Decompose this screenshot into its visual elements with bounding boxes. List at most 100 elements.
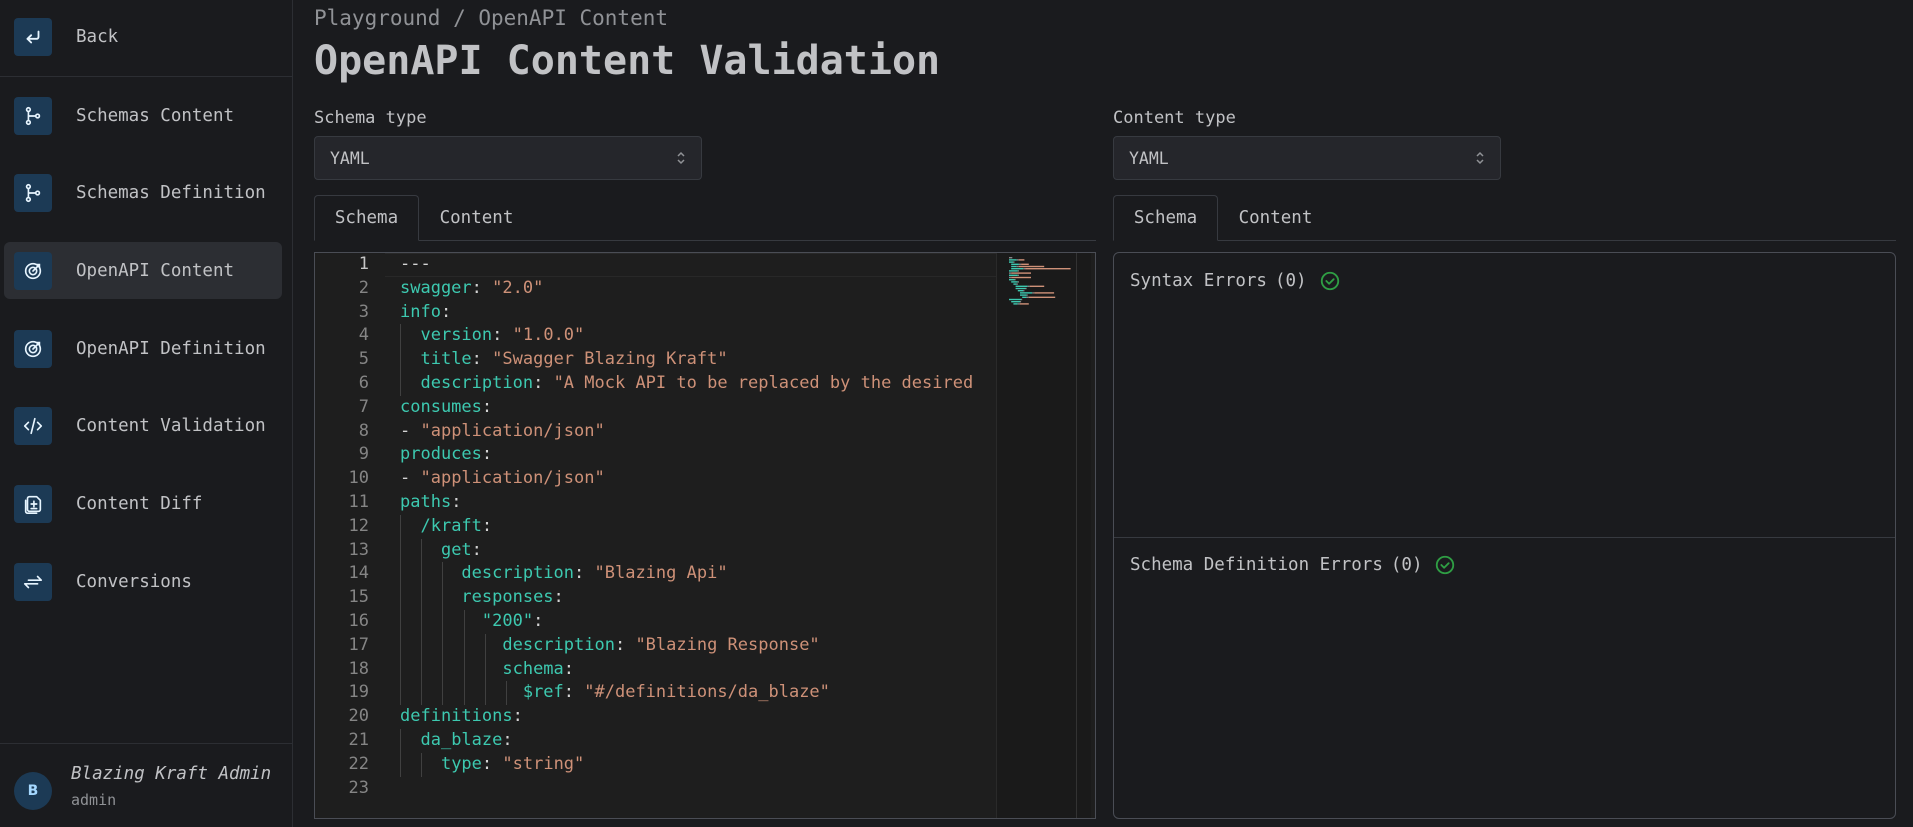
user-menu[interactable]: B Blazing Kraft Admin admin [0, 744, 293, 827]
indent-guide [400, 514, 401, 539]
minimap-token [1013, 303, 1018, 305]
line-number: 19 [348, 682, 369, 703]
indent-guide [421, 586, 423, 610]
sidebar-item-label: Conversions [76, 571, 192, 592]
schema-type-select[interactable]: YAML [314, 136, 702, 180]
minimap-token [1017, 303, 1020, 305]
tab-schema[interactable]: Schema [314, 195, 419, 241]
sidebar-item-schemas-content[interactable]: Schemas Content [4, 87, 282, 144]
minimap-token [1009, 298, 1022, 301]
minimap-token [1018, 259, 1025, 261]
sidebar-divider [0, 76, 293, 77]
indent-guide [442, 657, 444, 682]
line-number: 14 [348, 563, 369, 584]
minimap-token [1032, 292, 1035, 294]
line-number: 17 [348, 634, 369, 655]
content-type-value: YAML [1129, 148, 1169, 168]
code-text: - "application/json" [400, 420, 605, 441]
schema-type-label: Schema type [314, 108, 427, 128]
code-line: 6 description: "A Mock API to be replace… [315, 372, 995, 396]
minimap-token [1026, 294, 1028, 296]
minimap-token [1021, 263, 1029, 265]
indent-guide [442, 681, 444, 706]
tab-content[interactable]: Content [1218, 195, 1333, 240]
avatar: B [14, 772, 52, 810]
minimap-token [1029, 285, 1045, 287]
code-line: 20 definitions: [315, 705, 995, 729]
sidebar-item-conversions[interactable]: Conversions [4, 553, 282, 610]
line-number: 18 [348, 658, 369, 679]
minimap-token [1026, 296, 1029, 298]
indent-guide [400, 633, 401, 658]
check-circle-icon [1436, 555, 1455, 575]
indent-guide [400, 372, 401, 396]
indent-guide [400, 562, 401, 587]
line-number: 2 [358, 277, 369, 298]
code-line: 14 description: "Blazing Api" [315, 562, 995, 586]
page-title: OpenAPI Content Validation [314, 38, 941, 84]
minimap-token [1013, 283, 1017, 285]
tab-schema[interactable]: Schema [1113, 195, 1218, 241]
minimap-token [1025, 268, 1071, 270]
indent-guide [421, 562, 423, 587]
code-line: 21 da_blaze: [315, 729, 995, 753]
code-line: 18 schema: [315, 658, 995, 682]
vertical-scrollbar[interactable] [1076, 253, 1091, 818]
schema-type-value: YAML [330, 148, 370, 168]
chevron-up-down-icon [1476, 151, 1484, 165]
sidebar-item-schemas-definition[interactable]: Schemas Definition [4, 165, 282, 222]
definition-errors-title: Schema Definition Errors (0) [1130, 554, 1456, 576]
indent-guide [463, 633, 465, 658]
minimap-token [1016, 265, 1019, 268]
minimap-token [1011, 276, 1031, 279]
tab-content[interactable]: Content [419, 195, 534, 240]
indent-guide [463, 681, 465, 706]
minimap-token [1023, 290, 1025, 292]
indent-guide [400, 729, 401, 753]
sidebar-item-label: Schemas Definition [76, 183, 266, 204]
definition-errors-label: Schema Definition Errors [1130, 555, 1383, 575]
code-line: 9 produces: [315, 443, 995, 467]
code-line: 17 description: "Blazing Response" [315, 634, 995, 658]
line-number: 15 [348, 587, 369, 608]
indent-guide [400, 657, 401, 682]
code-text: --- [400, 254, 431, 274]
code-text: description: "Blazing Api" [461, 563, 728, 584]
code-line: 23 [315, 777, 995, 801]
line-number: 7 [358, 396, 369, 417]
line-number: 9 [358, 444, 369, 465]
minimap-token [1011, 272, 1031, 274]
back-arrow-icon [14, 17, 52, 56]
minimap-token [1017, 274, 1019, 276]
sidebar-item-openapi-content[interactable]: OpenAPI Content [4, 242, 282, 300]
code-editor[interactable]: 1 --- 2 swagger: "2.0" 3 info: 4 version: "1.0… [314, 252, 1096, 819]
indent-guide [442, 562, 444, 587]
file-diff-icon [14, 485, 52, 523]
user-name: Blazing Kraft Admin [71, 764, 272, 784]
code-line: 19 $ref: "#/definitions/da_blaze" [315, 681, 995, 705]
code-text: schema: [502, 658, 575, 679]
indent-guide [421, 633, 423, 658]
sidebar: Back Schemas Content Schemas Definition Op… [0, 0, 293, 827]
code-text: da_blaze: [420, 730, 513, 750]
minimap-token [1028, 296, 1056, 298]
line-number: 12 [348, 515, 369, 536]
content-type-select[interactable]: YAML [1113, 136, 1501, 180]
schema-tabs: Schema Content [314, 195, 1096, 241]
sidebar-item-openapi-definition[interactable]: OpenAPI Definition [4, 320, 282, 377]
line-number: 5 [358, 349, 369, 370]
sidebar-item-content-diff[interactable]: Content Diff [4, 476, 282, 533]
minimap-token [1011, 263, 1019, 265]
sidebar-item-label: Content Validation [76, 416, 266, 437]
chevron-up-down-icon [677, 151, 685, 165]
minimap-token [1021, 298, 1023, 301]
definition-errors-count: (0) [1390, 555, 1423, 575]
minimap-token [1017, 281, 1019, 283]
indent-guide [463, 610, 465, 634]
minimap-token [1018, 263, 1022, 265]
sidebar-item-content-validation[interactable]: Content Validation [4, 398, 282, 455]
minimap-token [1015, 285, 1028, 287]
code-text: paths: [400, 492, 462, 512]
minimap-token [1017, 290, 1024, 292]
back-button[interactable]: Back [4, 8, 282, 65]
